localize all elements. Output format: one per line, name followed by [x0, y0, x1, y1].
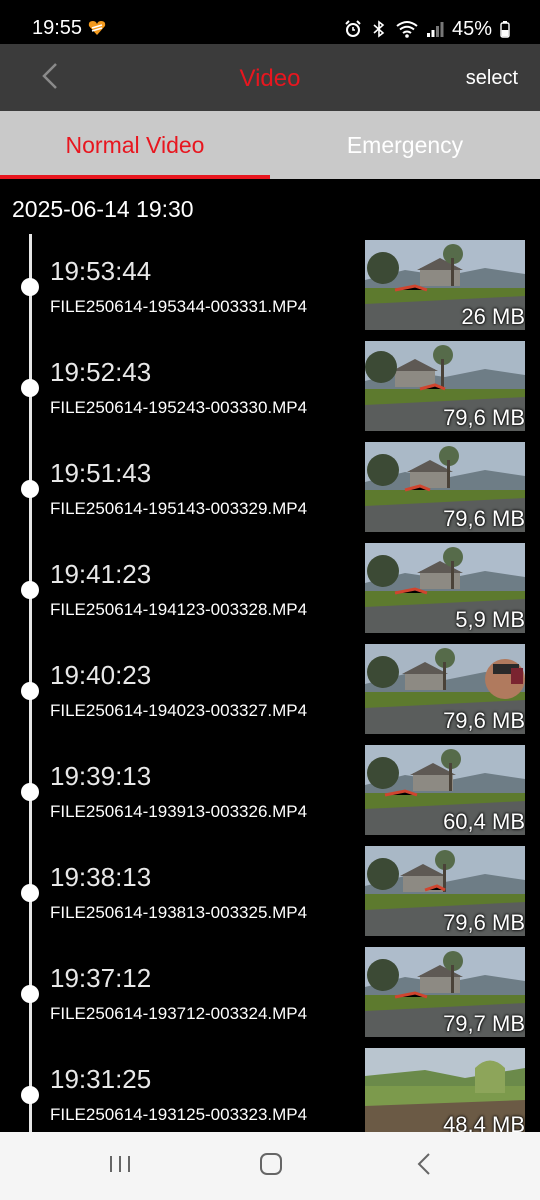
video-filename: FILE250614-195143-003329.MP4 — [50, 499, 308, 518]
timeline-dot — [21, 884, 39, 902]
battery-icon — [500, 20, 510, 38]
video-time: 19:51:43 — [50, 458, 152, 488]
app-header: Video select — [0, 44, 540, 111]
video-time: 19:37:12 — [50, 963, 152, 993]
video-size: 79,7 MB — [443, 1011, 525, 1036]
video-item[interactable]: 19:38:13 FILE250614-193813-003325.MP4 79… — [0, 840, 540, 941]
app-notification-icon — [88, 20, 106, 36]
system-nav-bar — [0, 1132, 540, 1200]
video-size: 60,4 MB — [443, 809, 525, 834]
tab-normal-video[interactable]: Normal Video — [0, 111, 270, 179]
video-item[interactable]: 19:52:43 FILE250614-195243-003330.MP4 79… — [0, 335, 540, 436]
tab-bar: Normal Video Emergency — [0, 111, 540, 179]
recents-icon — [108, 1154, 132, 1179]
video-size: 79,6 MB — [443, 910, 525, 935]
video-time: 19:38:13 — [50, 862, 152, 892]
video-filename: FILE250614-193712-003324.MP4 — [50, 1004, 308, 1023]
nav-back-button[interactable] — [404, 1146, 444, 1186]
battery-percent: 45% — [451, 17, 492, 40]
active-tab-indicator — [0, 175, 270, 179]
video-item[interactable]: 19:39:13 FILE250614-193913-003326.MP4 60… — [0, 739, 540, 840]
video-time: 19:53:44 — [50, 256, 152, 286]
video-time: 19:52:43 — [50, 357, 152, 387]
video-filename: FILE250614-195243-003330.MP4 — [50, 398, 308, 417]
video-filename: FILE250614-193813-003325.MP4 — [50, 903, 308, 922]
video-size: 5,9 MB — [455, 607, 525, 632]
video-filename: FILE250614-195344-003331.MP4 — [50, 297, 308, 316]
video-size: 79,6 MB — [443, 506, 525, 531]
video-size: 79,6 MB — [443, 405, 525, 430]
tab-emergency[interactable]: Emergency — [270, 111, 540, 179]
nav-back-icon — [416, 1152, 432, 1181]
video-item[interactable]: 19:31:25 FILE250614-193125-003323.MP4 48… — [0, 1042, 540, 1132]
video-time: 19:40:23 — [50, 660, 152, 690]
video-filename: FILE250614-194023-003327.MP4 — [50, 701, 308, 720]
video-item[interactable]: 19:40:23 FILE250614-194023-003327.MP4 79… — [0, 638, 540, 739]
video-time: 19:39:13 — [50, 761, 152, 791]
date-group-header: 2025-06-14 19:30 — [12, 196, 194, 222]
video-item[interactable]: 19:37:12 FILE250614-193712-003324.MP4 79… — [0, 941, 540, 1042]
status-time: 19:55 — [32, 17, 83, 39]
timeline-dot — [21, 783, 39, 801]
alarm-icon — [344, 20, 362, 38]
recents-button[interactable] — [100, 1146, 140, 1186]
select-button[interactable]: select — [466, 67, 518, 90]
timeline-dot — [21, 1086, 39, 1104]
video-item[interactable]: 19:53:44 FILE250614-195344-003331.MP4 26… — [0, 234, 540, 335]
video-item[interactable]: 19:51:43 FILE250614-195143-003329.MP4 79… — [0, 436, 540, 537]
video-size: 79,6 MB — [443, 708, 525, 733]
video-filename: FILE250614-193913-003326.MP4 — [50, 802, 308, 821]
video-time: 19:41:23 — [50, 559, 152, 589]
status-bar: 19:55 45% — [0, 0, 540, 44]
video-filename: FILE250614-194123-003328.MP4 — [50, 600, 308, 619]
video-filename: FILE250614-193125-003323.MP4 — [50, 1105, 308, 1124]
timeline-dot — [21, 278, 39, 296]
bluetooth-icon — [370, 20, 388, 38]
timeline-dot — [21, 682, 39, 700]
video-time: 19:31:25 — [50, 1064, 152, 1094]
video-item[interactable]: 19:41:23 FILE250614-194123-003328.MP4 5,… — [0, 537, 540, 638]
signal-icon — [426, 20, 444, 38]
timeline-dot — [21, 581, 39, 599]
timeline-dot — [21, 985, 39, 1003]
video-size: 26 MB — [461, 304, 525, 329]
page-title: Video — [239, 65, 301, 92]
timeline-dot — [21, 379, 39, 397]
timeline-dot — [21, 480, 39, 498]
home-icon — [259, 1152, 283, 1181]
video-list[interactable]: 19:53:44 FILE250614-195344-003331.MP4 26… — [0, 234, 540, 1132]
home-button[interactable] — [251, 1146, 291, 1186]
wifi-icon — [396, 20, 418, 38]
video-size: 48,4 MB — [443, 1112, 525, 1132]
